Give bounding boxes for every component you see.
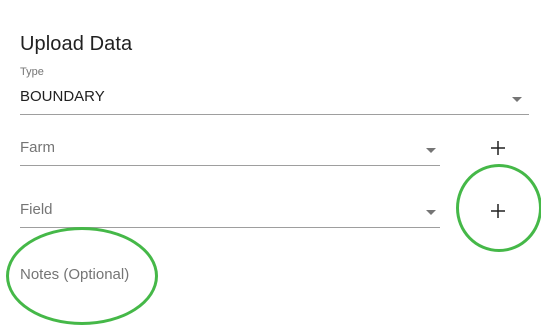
field-placeholder: Field xyxy=(20,201,53,218)
plus-icon xyxy=(491,141,505,155)
farm-placeholder: Farm xyxy=(20,139,55,156)
type-label: Type xyxy=(20,66,44,78)
type-dropdown-caret-icon[interactable] xyxy=(512,97,522,102)
type-select-value: BOUNDARY xyxy=(20,88,105,105)
farm-dropdown-caret-icon[interactable] xyxy=(426,148,436,153)
upload-data-title: Upload Data xyxy=(20,33,133,55)
add-farm-button[interactable] xyxy=(484,134,512,162)
farm-underline xyxy=(20,165,440,166)
type-underline xyxy=(20,114,529,115)
field-underline xyxy=(20,227,440,228)
add-field-button[interactable] xyxy=(484,197,512,225)
field-dropdown-caret-icon[interactable] xyxy=(426,210,436,215)
plus-icon xyxy=(491,204,505,218)
notes-input[interactable]: Notes (Optional) xyxy=(20,266,129,283)
